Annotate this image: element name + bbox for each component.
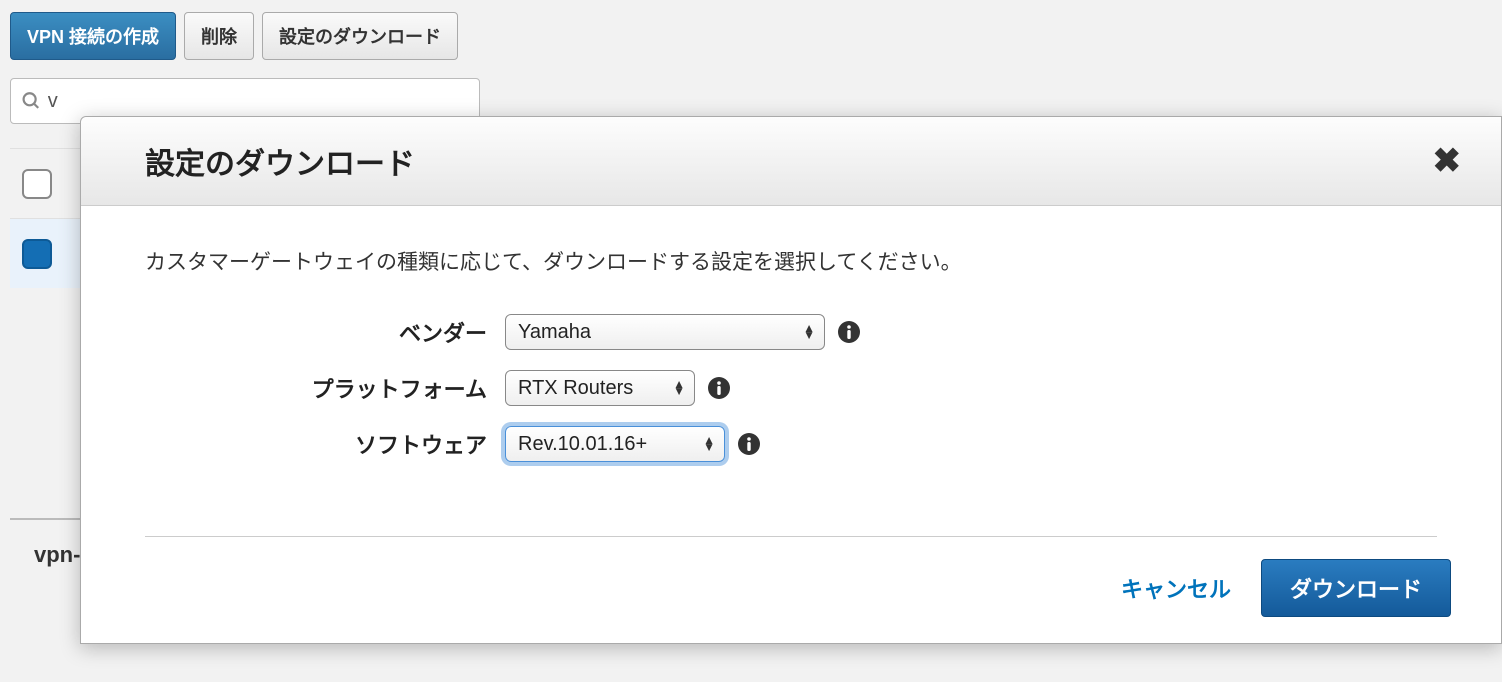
close-icon[interactable]: ✖	[1433, 144, 1462, 178]
search-icon	[21, 90, 42, 112]
modal-description: カスタマーゲートウェイの種類に応じて、ダウンロードする設定を選択してください。	[145, 246, 1437, 276]
modal-body: カスタマーゲートウェイの種類に応じて、ダウンロードする設定を選択してください。 …	[81, 206, 1501, 512]
vendor-label: ベンダー	[145, 316, 505, 348]
software-select[interactable]: Rev.10.01.16+	[505, 426, 725, 462]
cancel-button[interactable]: キャンセル	[1121, 572, 1231, 604]
info-icon[interactable]	[707, 376, 731, 400]
modal-footer: キャンセル ダウンロード	[81, 537, 1501, 643]
download-config-modal: 設定のダウンロード ✖ カスタマーゲートウェイの種類に応じて、ダウンロードする設…	[80, 116, 1502, 644]
vendor-row: ベンダー Yamaha ▲▼	[145, 314, 1437, 350]
software-row: ソフトウェア Rev.10.01.16+ ▲▼	[145, 426, 1437, 462]
download-config-button[interactable]: 設定のダウンロード	[262, 12, 458, 60]
create-vpn-button[interactable]: VPN 接続の作成	[10, 12, 176, 60]
download-button[interactable]: ダウンロード	[1261, 559, 1451, 617]
platform-row: プラットフォーム RTX Routers ▲▼	[145, 370, 1437, 406]
modal-title: 設定のダウンロード	[145, 139, 415, 183]
platform-select-wrap: RTX Routers ▲▼	[505, 370, 695, 406]
delete-button[interactable]: 削除	[184, 12, 254, 60]
toolbar: VPN 接続の作成 削除 設定のダウンロード	[0, 0, 1502, 70]
search-input[interactable]	[48, 90, 469, 113]
platform-label: プラットフォーム	[145, 372, 505, 404]
info-icon[interactable]	[837, 320, 861, 344]
info-icon[interactable]	[737, 432, 761, 456]
row-checkbox[interactable]	[22, 239, 52, 269]
vendor-select-wrap: Yamaha ▲▼	[505, 314, 825, 350]
software-select-wrap: Rev.10.01.16+ ▲▼	[505, 426, 725, 462]
row-checkbox[interactable]	[22, 169, 52, 199]
platform-select[interactable]: RTX Routers	[505, 370, 695, 406]
vendor-select[interactable]: Yamaha	[505, 314, 825, 350]
software-label: ソフトウェア	[145, 428, 505, 460]
modal-header: 設定のダウンロード ✖	[81, 117, 1501, 206]
